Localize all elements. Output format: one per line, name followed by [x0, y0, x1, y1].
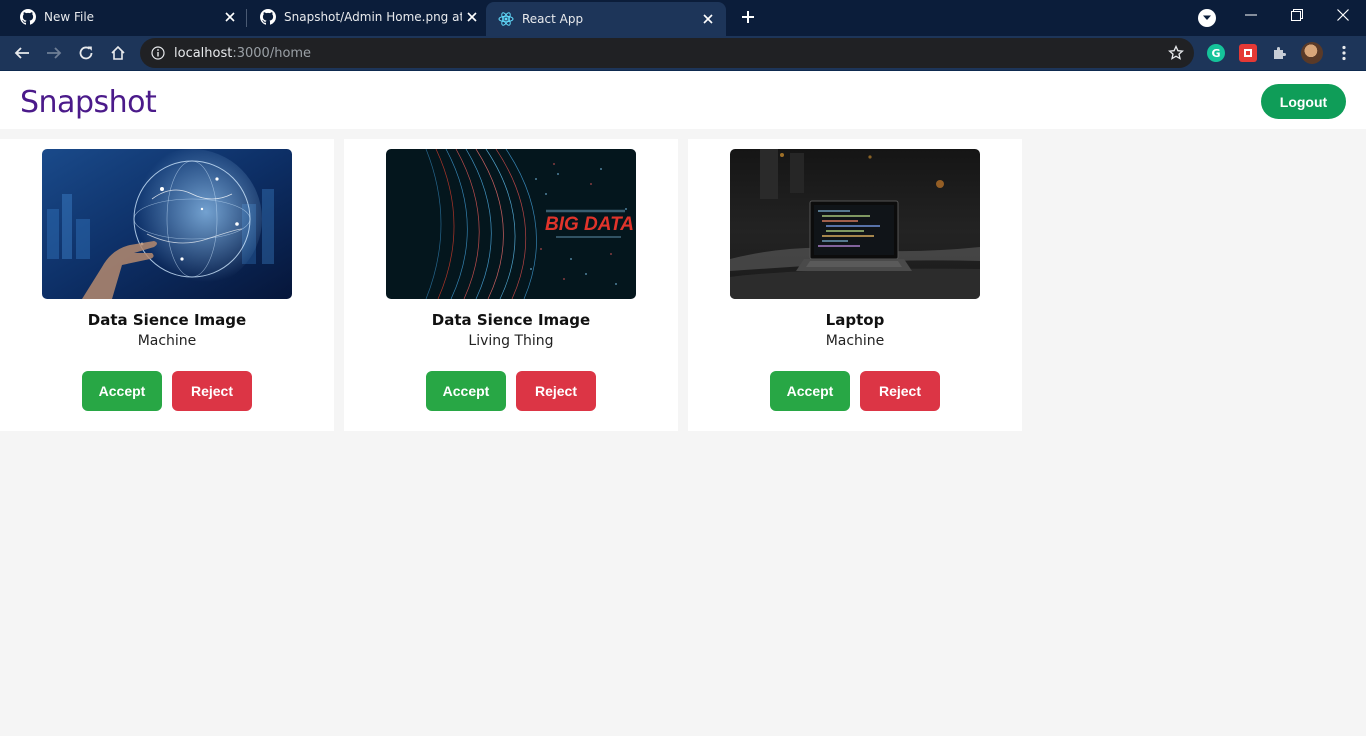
card-category: Living Thing: [468, 333, 554, 349]
profile-avatar[interactable]: [1301, 42, 1323, 64]
grammarly-extension-icon[interactable]: G: [1207, 44, 1225, 62]
card-title: Data Sience Image: [87, 311, 247, 329]
kebab-menu-icon[interactable]: [1334, 43, 1354, 63]
url-host: localhost: [174, 45, 233, 61]
close-icon[interactable]: [220, 7, 240, 27]
reload-icon[interactable]: [74, 41, 98, 65]
reject-button[interactable]: Reject: [860, 371, 940, 411]
browser-tab-strip: New File Snapshot/Admin Home.png at m Re…: [0, 0, 1366, 36]
logout-button[interactable]: Logout: [1261, 84, 1346, 119]
star-icon[interactable]: [1168, 45, 1184, 61]
plus-icon[interactable]: [738, 7, 758, 27]
card-title: Data Sience Image: [431, 311, 591, 329]
forward-arrow-icon[interactable]: [42, 41, 66, 65]
globe-network-hand-image: [42, 149, 292, 299]
restore-icon[interactable]: [1285, 5, 1309, 25]
close-icon[interactable]: [698, 9, 718, 29]
tab-title: New File: [44, 10, 95, 24]
image-card: Laptop Machine Accept Reject: [688, 139, 1022, 431]
url-path: :3000/home: [232, 45, 312, 61]
url-text: localhost:3000/home: [174, 46, 311, 61]
browser-toolbar: localhost:3000/home G: [0, 36, 1366, 70]
card-title: Laptop: [825, 311, 885, 329]
minimize-icon[interactable]: [1239, 5, 1263, 25]
browser-tab-new-file[interactable]: New File: [0, 0, 244, 34]
laptop-dark-image: [730, 149, 980, 299]
tab-title: React App: [522, 12, 584, 26]
image-card: BIG DATA Data Sience Image Living Thing …: [344, 139, 678, 431]
tab-title: Snapshot/Admin Home.png at m: [284, 10, 462, 24]
home-icon[interactable]: [106, 41, 130, 65]
browser-tab-react-app[interactable]: React App: [486, 2, 726, 36]
app-brand[interactable]: Snapshot: [20, 85, 157, 120]
extension-red-icon[interactable]: [1239, 44, 1257, 62]
react-icon: [498, 11, 514, 27]
browser-tab-snapshot-admin[interactable]: Snapshot/Admin Home.png at m: [248, 0, 486, 34]
reject-button[interactable]: Reject: [516, 371, 596, 411]
accept-button[interactable]: Accept: [770, 371, 850, 411]
tab-search-icon[interactable]: [1198, 9, 1216, 27]
github-icon: [20, 9, 36, 25]
app-header: Snapshot Logout: [0, 71, 1366, 129]
accept-button[interactable]: Accept: [426, 371, 506, 411]
window-close-icon[interactable]: [1331, 5, 1355, 25]
accept-button[interactable]: Accept: [82, 371, 162, 411]
close-icon[interactable]: [462, 7, 482, 27]
back-arrow-icon[interactable]: [10, 41, 34, 65]
big-data-text: BIG DATA: [545, 214, 634, 235]
image-card: Data Sience Image Machine Accept Reject: [0, 139, 334, 431]
github-icon: [260, 9, 276, 25]
address-bar[interactable]: localhost:3000/home: [140, 38, 1194, 68]
info-icon[interactable]: [150, 45, 166, 61]
tab-separator: [246, 9, 247, 27]
reject-button[interactable]: Reject: [172, 371, 252, 411]
card-category: Machine: [137, 333, 197, 349]
puzzle-icon[interactable]: [1270, 44, 1288, 62]
big-data-visualization-image: BIG DATA: [386, 149, 636, 299]
card-category: Machine: [825, 333, 885, 349]
